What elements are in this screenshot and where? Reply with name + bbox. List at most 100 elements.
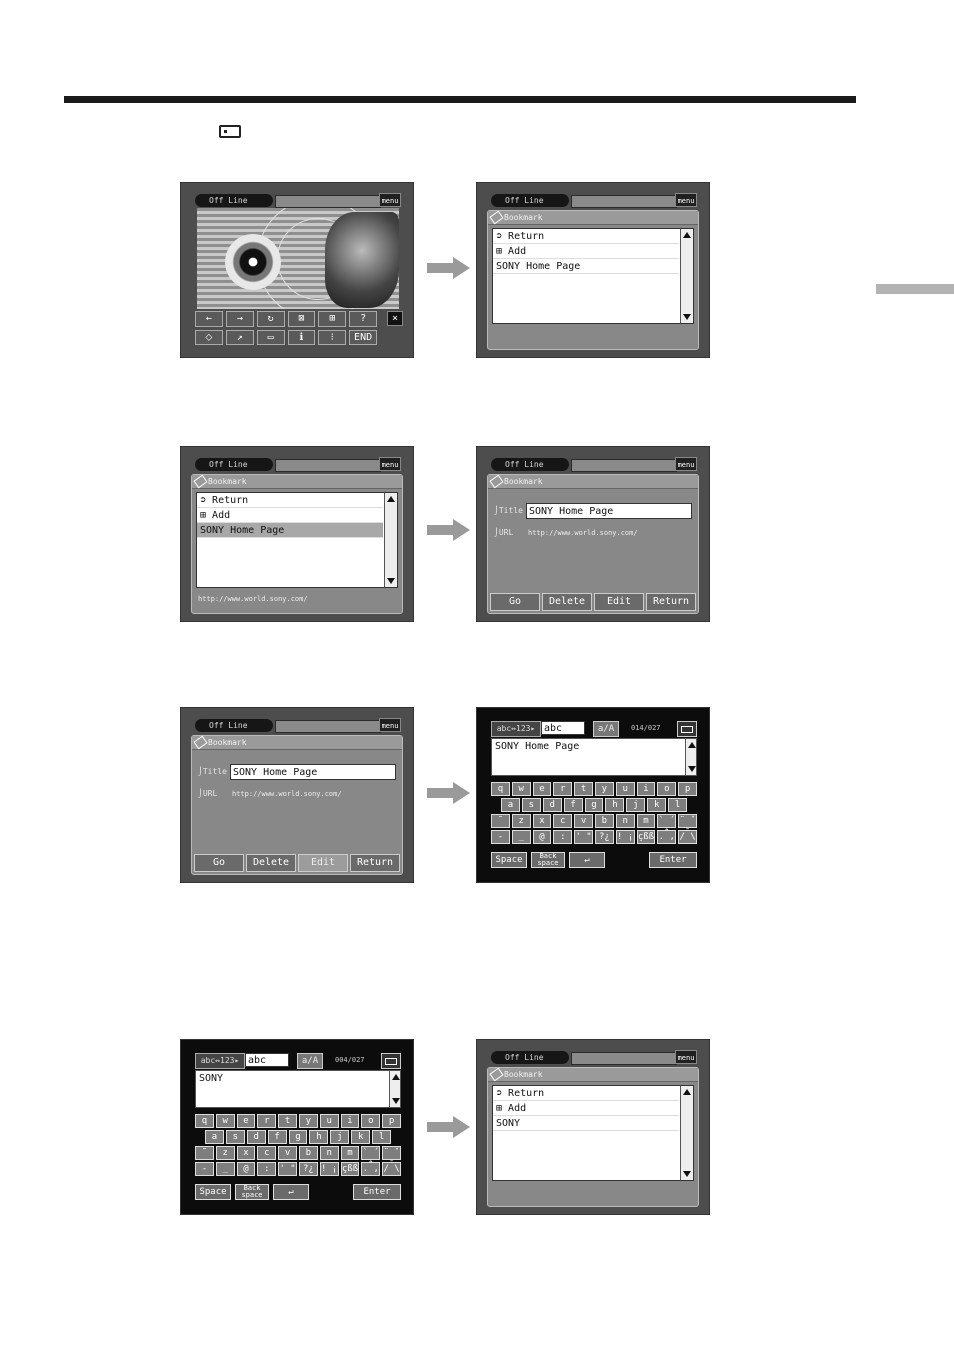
- key[interactable]: ` ´ ^: [361, 1146, 381, 1170]
- list-item-add[interactable]: ⊞ Add: [493, 1101, 679, 1116]
- key[interactable]: q: [195, 1114, 214, 1128]
- menu-button[interactable]: menu: [379, 193, 401, 207]
- edit-button[interactable]: Edit: [298, 854, 348, 872]
- keyboard-icon[interactable]: [381, 1053, 401, 1069]
- address-field[interactable]: [571, 195, 677, 208]
- key[interactable]: c: [257, 1146, 277, 1160]
- address-field[interactable]: [571, 1052, 677, 1065]
- key[interactable]: w: [511, 782, 531, 796]
- key[interactable]: @: [236, 1162, 256, 1176]
- key[interactable]: r: [553, 782, 573, 796]
- key[interactable]: / \: [678, 830, 697, 844]
- key[interactable]: g: [288, 1130, 308, 1144]
- space-key[interactable]: Space: [195, 1184, 231, 1200]
- key[interactable]: a: [205, 1130, 224, 1144]
- key[interactable]: p: [678, 782, 697, 796]
- key[interactable]: v: [574, 814, 593, 828]
- key[interactable]: ' ": [278, 1162, 297, 1176]
- menu-button[interactable]: menu: [675, 193, 697, 207]
- key[interactable]: w: [215, 1114, 235, 1128]
- key[interactable]: ˜: [491, 814, 510, 828]
- menu-button[interactable]: menu: [379, 457, 401, 471]
- key[interactable]: çßß: [340, 1162, 360, 1176]
- address-field[interactable]: [275, 459, 381, 472]
- menu-button[interactable]: menu: [379, 718, 401, 732]
- zoom-icon[interactable]: ⊞: [318, 311, 347, 327]
- split-icon[interactable]: ⁝: [318, 329, 347, 345]
- key[interactable]: ! ¡: [615, 830, 635, 844]
- return-button[interactable]: Return: [350, 854, 400, 872]
- help-icon[interactable]: ?: [349, 311, 377, 327]
- enter-key[interactable]: Enter: [353, 1184, 401, 1200]
- key[interactable]: z: [215, 1146, 235, 1160]
- key[interactable]: y: [594, 782, 614, 796]
- newline-key[interactable]: ↵: [569, 852, 605, 868]
- key[interactable]: ¨ ˇ ˉ: [382, 1146, 401, 1170]
- bookmark-icon[interactable]: ⬦: [195, 329, 223, 345]
- key[interactable]: _: [215, 1162, 235, 1176]
- reload-icon[interactable]: ↻: [256, 311, 285, 327]
- keyboard-icon[interactable]: [677, 721, 697, 737]
- menu-button[interactable]: menu: [675, 1050, 697, 1064]
- key[interactable]: l: [372, 1130, 392, 1144]
- enter-key[interactable]: Enter: [649, 852, 697, 868]
- case-toggle[interactable]: a/A: [593, 721, 619, 737]
- title-field[interactable]: SONY Home Page: [230, 764, 396, 780]
- list-item-sony[interactable]: SONY Home Page: [493, 259, 679, 274]
- key[interactable]: m: [636, 814, 656, 828]
- backspace-key[interactable]: Back space: [235, 1184, 269, 1200]
- key[interactable]: o: [657, 782, 677, 796]
- key[interactable]: ' ": [574, 830, 593, 844]
- text-input[interactable]: SONY Home Page: [491, 738, 697, 776]
- key[interactable]: j: [626, 798, 646, 812]
- key[interactable]: ?¿: [298, 1162, 318, 1176]
- delete-button[interactable]: Delete: [246, 854, 296, 872]
- key[interactable]: y: [298, 1114, 318, 1128]
- key[interactable]: s: [225, 1130, 245, 1144]
- key[interactable]: x: [532, 814, 552, 828]
- key[interactable]: -: [491, 830, 510, 844]
- mode-toggle[interactable]: abc↔123▸: [195, 1053, 245, 1069]
- info-icon[interactable]: ℹ: [287, 329, 316, 345]
- key[interactable]: ?¿: [594, 830, 614, 844]
- frame-icon[interactable]: ▭: [256, 329, 285, 345]
- key[interactable]: k: [351, 1130, 371, 1144]
- go-button[interactable]: Go: [194, 854, 244, 872]
- key[interactable]: g: [584, 798, 604, 812]
- key[interactable]: n: [615, 814, 635, 828]
- address-field[interactable]: [275, 195, 381, 208]
- scrollbar[interactable]: [680, 1086, 693, 1180]
- title-field[interactable]: SONY Home Page: [526, 503, 692, 519]
- key[interactable]: b: [594, 814, 614, 828]
- key[interactable]: o: [361, 1114, 381, 1128]
- go-button[interactable]: Go: [490, 593, 540, 611]
- key[interactable]: _: [511, 830, 531, 844]
- edit-button[interactable]: Edit: [594, 593, 644, 611]
- jump-icon[interactable]: ↗: [225, 329, 254, 345]
- key[interactable]: i: [636, 782, 656, 796]
- key[interactable]: u: [615, 782, 635, 796]
- key[interactable]: t: [574, 782, 593, 796]
- list-item-sony[interactable]: SONY: [493, 1116, 679, 1131]
- key[interactable]: t: [278, 1114, 297, 1128]
- key[interactable]: a: [501, 798, 520, 812]
- space-key[interactable]: Space: [491, 852, 527, 868]
- key[interactable]: d: [542, 798, 562, 812]
- key[interactable]: ` ´ ^: [657, 814, 677, 838]
- key[interactable]: f: [563, 798, 583, 812]
- key[interactable]: c: [553, 814, 573, 828]
- return-button[interactable]: Return: [646, 593, 696, 611]
- end-button[interactable]: END: [349, 329, 377, 345]
- scrollbar[interactable]: [685, 739, 696, 775]
- text-input[interactable]: SONY: [195, 1070, 401, 1108]
- key[interactable]: v: [278, 1146, 297, 1160]
- key[interactable]: n: [319, 1146, 339, 1160]
- key[interactable]: i: [340, 1114, 360, 1128]
- key[interactable]: f: [267, 1130, 287, 1144]
- key[interactable]: h: [309, 1130, 329, 1144]
- list-item-sony[interactable]: SONY Home Page: [197, 523, 383, 538]
- key[interactable]: @: [532, 830, 552, 844]
- back-icon[interactable]: ←: [195, 311, 223, 327]
- key[interactable]: m: [340, 1146, 360, 1160]
- address-field[interactable]: [275, 720, 381, 733]
